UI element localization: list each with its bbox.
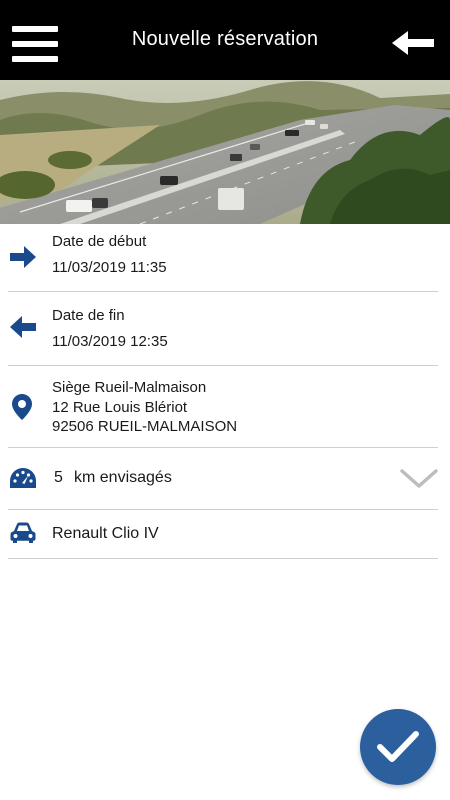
location-row[interactable]: Siège Rueil-Malmaison 12 Rue Louis Bléri…	[8, 366, 438, 448]
back-arrow-icon[interactable]	[390, 28, 436, 58]
location-street: 12 Rue Louis Blériot	[52, 399, 188, 416]
page-title: Nouvelle réservation	[131, 28, 319, 50]
hero-image	[0, 80, 450, 224]
location-name: Siège Rueil-Malmaison	[52, 379, 207, 396]
location-city: 92506 RUEIL-MALMAISON	[52, 418, 238, 435]
end-date-row[interactable]: Date de fin 11/03/2019 12:35	[8, 292, 438, 366]
distance-row[interactable]: 5 km envisagés	[8, 448, 438, 510]
location-pin-icon	[12, 394, 32, 420]
vehicle-row[interactable]: Renault Clio IV	[8, 510, 438, 559]
car-icon	[10, 522, 36, 543]
start-date-label: Date de début	[52, 233, 147, 250]
vehicle-name: Renault Clio IV	[52, 525, 159, 542]
checkmark-icon	[377, 731, 419, 762]
arrow-right-icon	[10, 246, 36, 268]
start-date-row[interactable]: Date de début 11/03/2019 11:35	[8, 224, 438, 292]
start-date-value: 11/03/2019 11:35	[52, 259, 167, 276]
end-date-value: 11/03/2019 12:35	[52, 333, 168, 350]
end-date-label: Date de fin	[52, 307, 125, 324]
distance-value[interactable]: 5	[54, 469, 63, 487]
speedometer-icon	[10, 468, 36, 488]
app-header: Nouvelle réservation	[0, 0, 450, 80]
distance-unit: km envisagés	[74, 469, 172, 486]
arrow-left-icon	[10, 316, 36, 338]
chevron-down-icon[interactable]	[400, 468, 438, 490]
confirm-button[interactable]	[360, 709, 436, 785]
